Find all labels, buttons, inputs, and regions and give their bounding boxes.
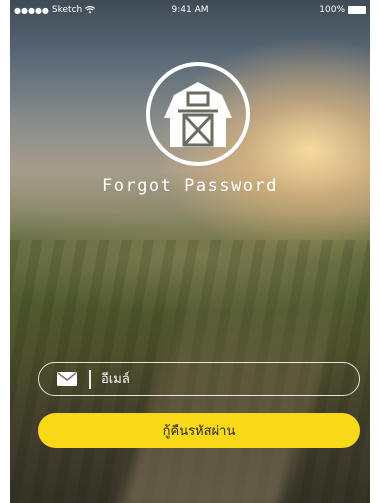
barn-icon <box>146 62 250 166</box>
battery-icon <box>348 6 366 14</box>
mail-icon <box>57 372 77 386</box>
recover-password-button[interactable]: กู้คืนรหัสผ่าน <box>38 413 360 448</box>
status-right: 100% <box>319 5 366 15</box>
page-title: Forgot Password <box>101 176 279 196</box>
barn-logo <box>132 62 264 194</box>
status-time: 9:41 AM <box>171 5 209 15</box>
email-field[interactable] <box>38 362 360 396</box>
recover-password-label: กู้คืนรหัสผ่าน <box>162 424 236 439</box>
status-bar: ●●●●● Sketch 9:41 AM 100% <box>10 0 370 20</box>
battery-label: 100% <box>319 5 345 15</box>
phone-screen: ●●●●● Sketch 9:41 AM 100% Forgot Passwor… <box>10 0 370 503</box>
field-divider <box>89 370 91 389</box>
email-input[interactable] <box>101 367 341 391</box>
